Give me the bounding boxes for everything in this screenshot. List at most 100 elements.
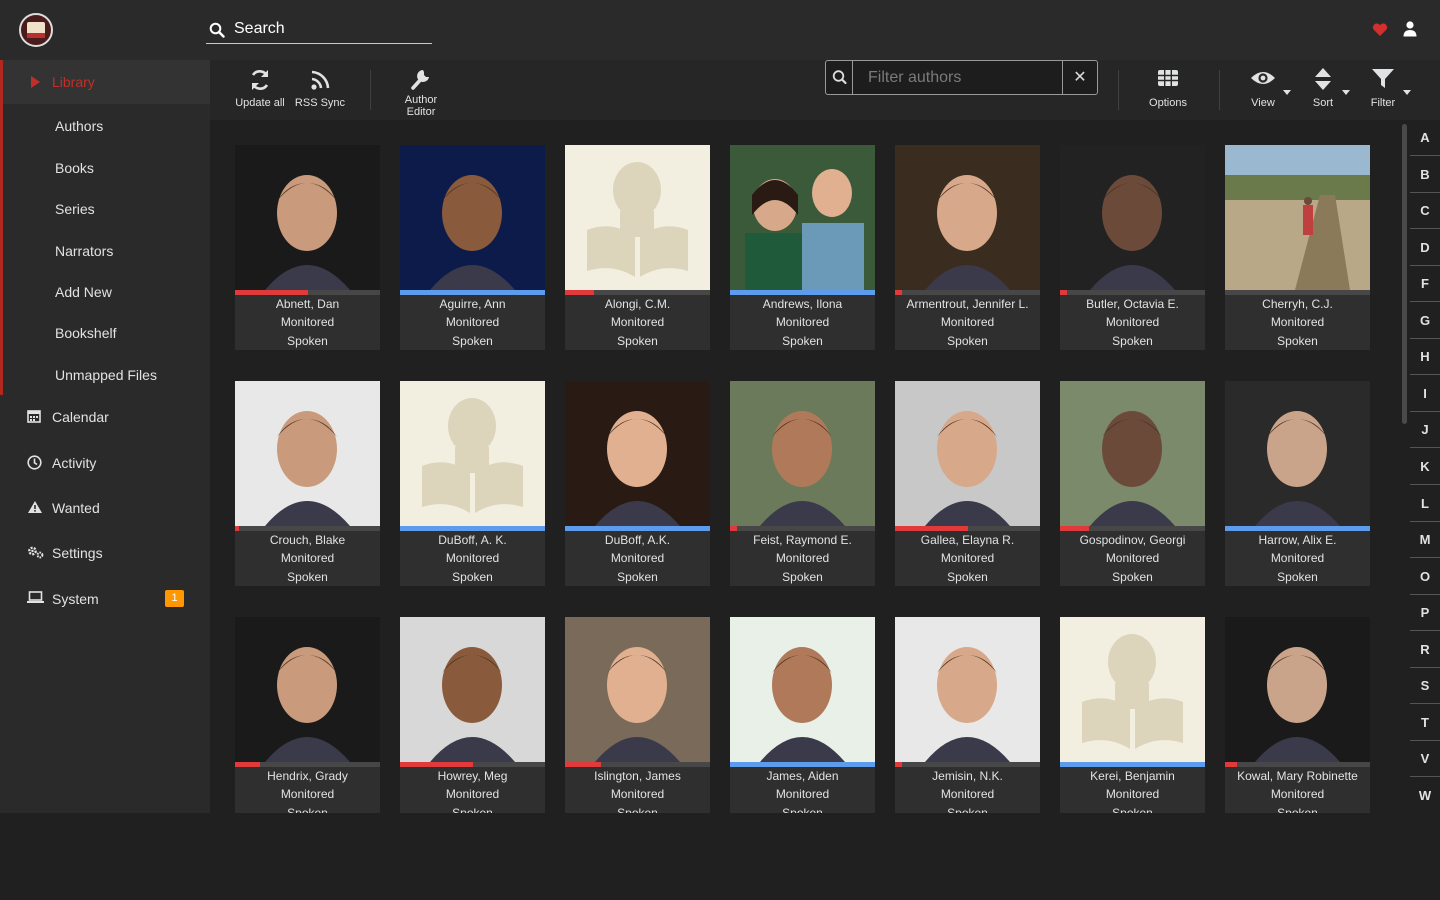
jump-letter-p[interactable]: P <box>1410 605 1440 620</box>
options-button[interactable]: Options <box>1146 66 1190 118</box>
jump-letter-g[interactable]: G <box>1410 313 1440 328</box>
author-card[interactable]: Crouch, Blake Monitored Spoken <box>235 381 380 586</box>
author-editor-label-2: Editor <box>406 106 436 118</box>
update-all-button[interactable]: Update all <box>232 66 288 118</box>
author-name: Aguirre, Ann <box>439 297 506 311</box>
progress-fill <box>400 290 545 295</box>
author-card[interactable]: Alongi, C.M. Monitored Spoken <box>565 145 710 350</box>
author-photo <box>235 617 380 762</box>
jump-letter-k[interactable]: K <box>1410 459 1440 474</box>
author-photo <box>400 617 545 762</box>
jump-letter-o[interactable]: O <box>1410 569 1440 584</box>
quality-profile: Spoken <box>452 334 493 348</box>
view-button[interactable]: View <box>1244 66 1282 118</box>
jump-letter-d[interactable]: D <box>1410 240 1440 255</box>
author-grid: Abnett, Dan Monitored Spoken Aguirre, Ann Mo… <box>210 120 1400 813</box>
readarr-logo-icon[interactable] <box>19 13 53 47</box>
scrollbar[interactable] <box>1402 124 1407 424</box>
jump-letter-l[interactable]: L <box>1410 496 1440 511</box>
user-icon[interactable] <box>1403 21 1417 37</box>
sidebar-item-label: Activity <box>52 455 97 471</box>
progress-fill <box>1225 526 1370 531</box>
monitor-status: Monitored <box>280 315 335 329</box>
quality-profile: Spoken <box>617 570 658 584</box>
filter-button[interactable]: Filter <box>1366 66 1400 118</box>
sidebar-item-wanted[interactable]: Wanted <box>0 488 210 528</box>
sidebar-item-system[interactable]: System 1 <box>0 579 210 619</box>
progress-fill <box>1060 290 1068 295</box>
author-card[interactable]: Jemisin, N.K. Monitored Spoken <box>895 617 1040 813</box>
jump-letter-s[interactable]: S <box>1410 678 1440 693</box>
sidebar-item-series[interactable]: Series <box>55 201 95 217</box>
author-card[interactable]: Kerei, Benjamin Monitored Spoken <box>1060 617 1205 813</box>
jump-letter-i[interactable]: I <box>1410 386 1440 401</box>
jump-letter-f[interactable]: F <box>1410 276 1440 291</box>
jump-divider <box>1410 630 1440 632</box>
author-name: Feist, Raymond E. <box>753 533 852 547</box>
author-card[interactable]: James, Aiden Monitored Spoken <box>730 617 875 813</box>
close-icon: ✕ <box>1073 69 1087 86</box>
clear-filter-button[interactable]: ✕ <box>1062 61 1097 94</box>
sidebar-item-settings[interactable]: Settings <box>0 533 210 573</box>
author-card[interactable]: Kowal, Mary Robinette Monitored Spoken <box>1225 617 1370 813</box>
jump-letter-j[interactable]: J <box>1410 422 1440 437</box>
progress-bar <box>1060 290 1205 295</box>
author-card[interactable]: Feist, Raymond E. Monitored Spoken <box>730 381 875 586</box>
quality-profile: Spoken <box>1277 334 1318 348</box>
sidebar-item-books[interactable]: Books <box>55 160 94 176</box>
heart-icon[interactable] <box>1372 23 1388 37</box>
sidebar-item-label: System <box>52 591 99 607</box>
author-card[interactable]: DuBoff, A. K. Monitored Spoken <box>400 381 545 586</box>
jump-letter-w[interactable]: W <box>1410 788 1440 803</box>
jump-divider <box>1410 374 1440 376</box>
author-card[interactable]: Abnett, Dan Monitored Spoken <box>235 145 380 350</box>
sort-label: Sort <box>1312 97 1334 109</box>
sidebar-item-authors[interactable]: Authors <box>55 118 103 134</box>
sidebar-item-activity[interactable]: Activity <box>0 443 210 483</box>
sidebar-item-calendar[interactable]: Calendar <box>0 397 210 437</box>
author-card[interactable]: Butler, Octavia E. Monitored Spoken <box>1060 145 1205 350</box>
author-editor-button[interactable]: Author Editor <box>398 66 444 118</box>
author-card[interactable]: Harrow, Alix E. Monitored Spoken <box>1225 381 1370 586</box>
jump-letter-a[interactable]: A <box>1410 130 1440 145</box>
jump-letter-m[interactable]: M <box>1410 532 1440 547</box>
jump-letter-t[interactable]: T <box>1410 715 1440 730</box>
author-card[interactable]: Islington, James Monitored Spoken <box>565 617 710 813</box>
jump-letter-v[interactable]: V <box>1410 751 1440 766</box>
rss-sync-button[interactable]: RSS Sync <box>294 66 346 118</box>
jump-divider <box>1410 301 1440 303</box>
progress-fill <box>400 762 473 767</box>
author-card[interactable]: Andrews, Ilona Monitored Spoken <box>730 145 875 350</box>
author-card[interactable]: DuBoff, A.K. Monitored Spoken <box>565 381 710 586</box>
sidebar-item-bookshelf[interactable]: Bookshelf <box>55 325 116 341</box>
author-card[interactable]: Gallea, Elayna R. Monitored Spoken <box>895 381 1040 586</box>
jump-letter-r[interactable]: R <box>1410 642 1440 657</box>
quality-profile: Spoken <box>452 570 493 584</box>
sidebar-item-narrators[interactable]: Narrators <box>55 243 113 259</box>
table-icon <box>1158 70 1178 86</box>
monitor-status: Monitored <box>445 787 500 801</box>
author-card[interactable]: Hendrix, Grady Monitored Spoken <box>235 617 380 813</box>
sidebar-item-add-new[interactable]: Add New <box>55 284 112 300</box>
sort-button[interactable]: Sort <box>1306 66 1340 118</box>
author-card[interactable]: Howrey, Meg Monitored Spoken <box>400 617 545 813</box>
monitor-status: Monitored <box>775 315 830 329</box>
author-card[interactable]: Gospodinov, Georgi Monitored Spoken <box>1060 381 1205 586</box>
jump-letter-c[interactable]: C <box>1410 203 1440 218</box>
jump-letter-b[interactable]: B <box>1410 167 1440 182</box>
sidebar-item-library[interactable]: Library <box>3 60 210 104</box>
filter-authors-input[interactable] <box>854 61 1062 94</box>
progress-fill <box>895 290 903 295</box>
progress-fill <box>400 526 545 531</box>
author-card[interactable]: Cherryh, C.J. Monitored Spoken <box>1225 145 1370 350</box>
sidebar-item-unmapped-files[interactable]: Unmapped Files <box>55 367 157 383</box>
jump-letter-h[interactable]: H <box>1410 349 1440 364</box>
sidebar-item-label: Settings <box>52 545 103 561</box>
search-input[interactable] <box>234 16 429 42</box>
jump-divider <box>1410 739 1440 741</box>
author-card[interactable]: Aguirre, Ann Monitored Spoken <box>400 145 545 350</box>
monitor-status: Monitored <box>940 787 995 801</box>
quality-profile: Spoken <box>1277 570 1318 584</box>
author-card[interactable]: Armentrout, Jennifer L. Monitored Spoken <box>895 145 1040 350</box>
calendar-icon <box>27 410 41 423</box>
